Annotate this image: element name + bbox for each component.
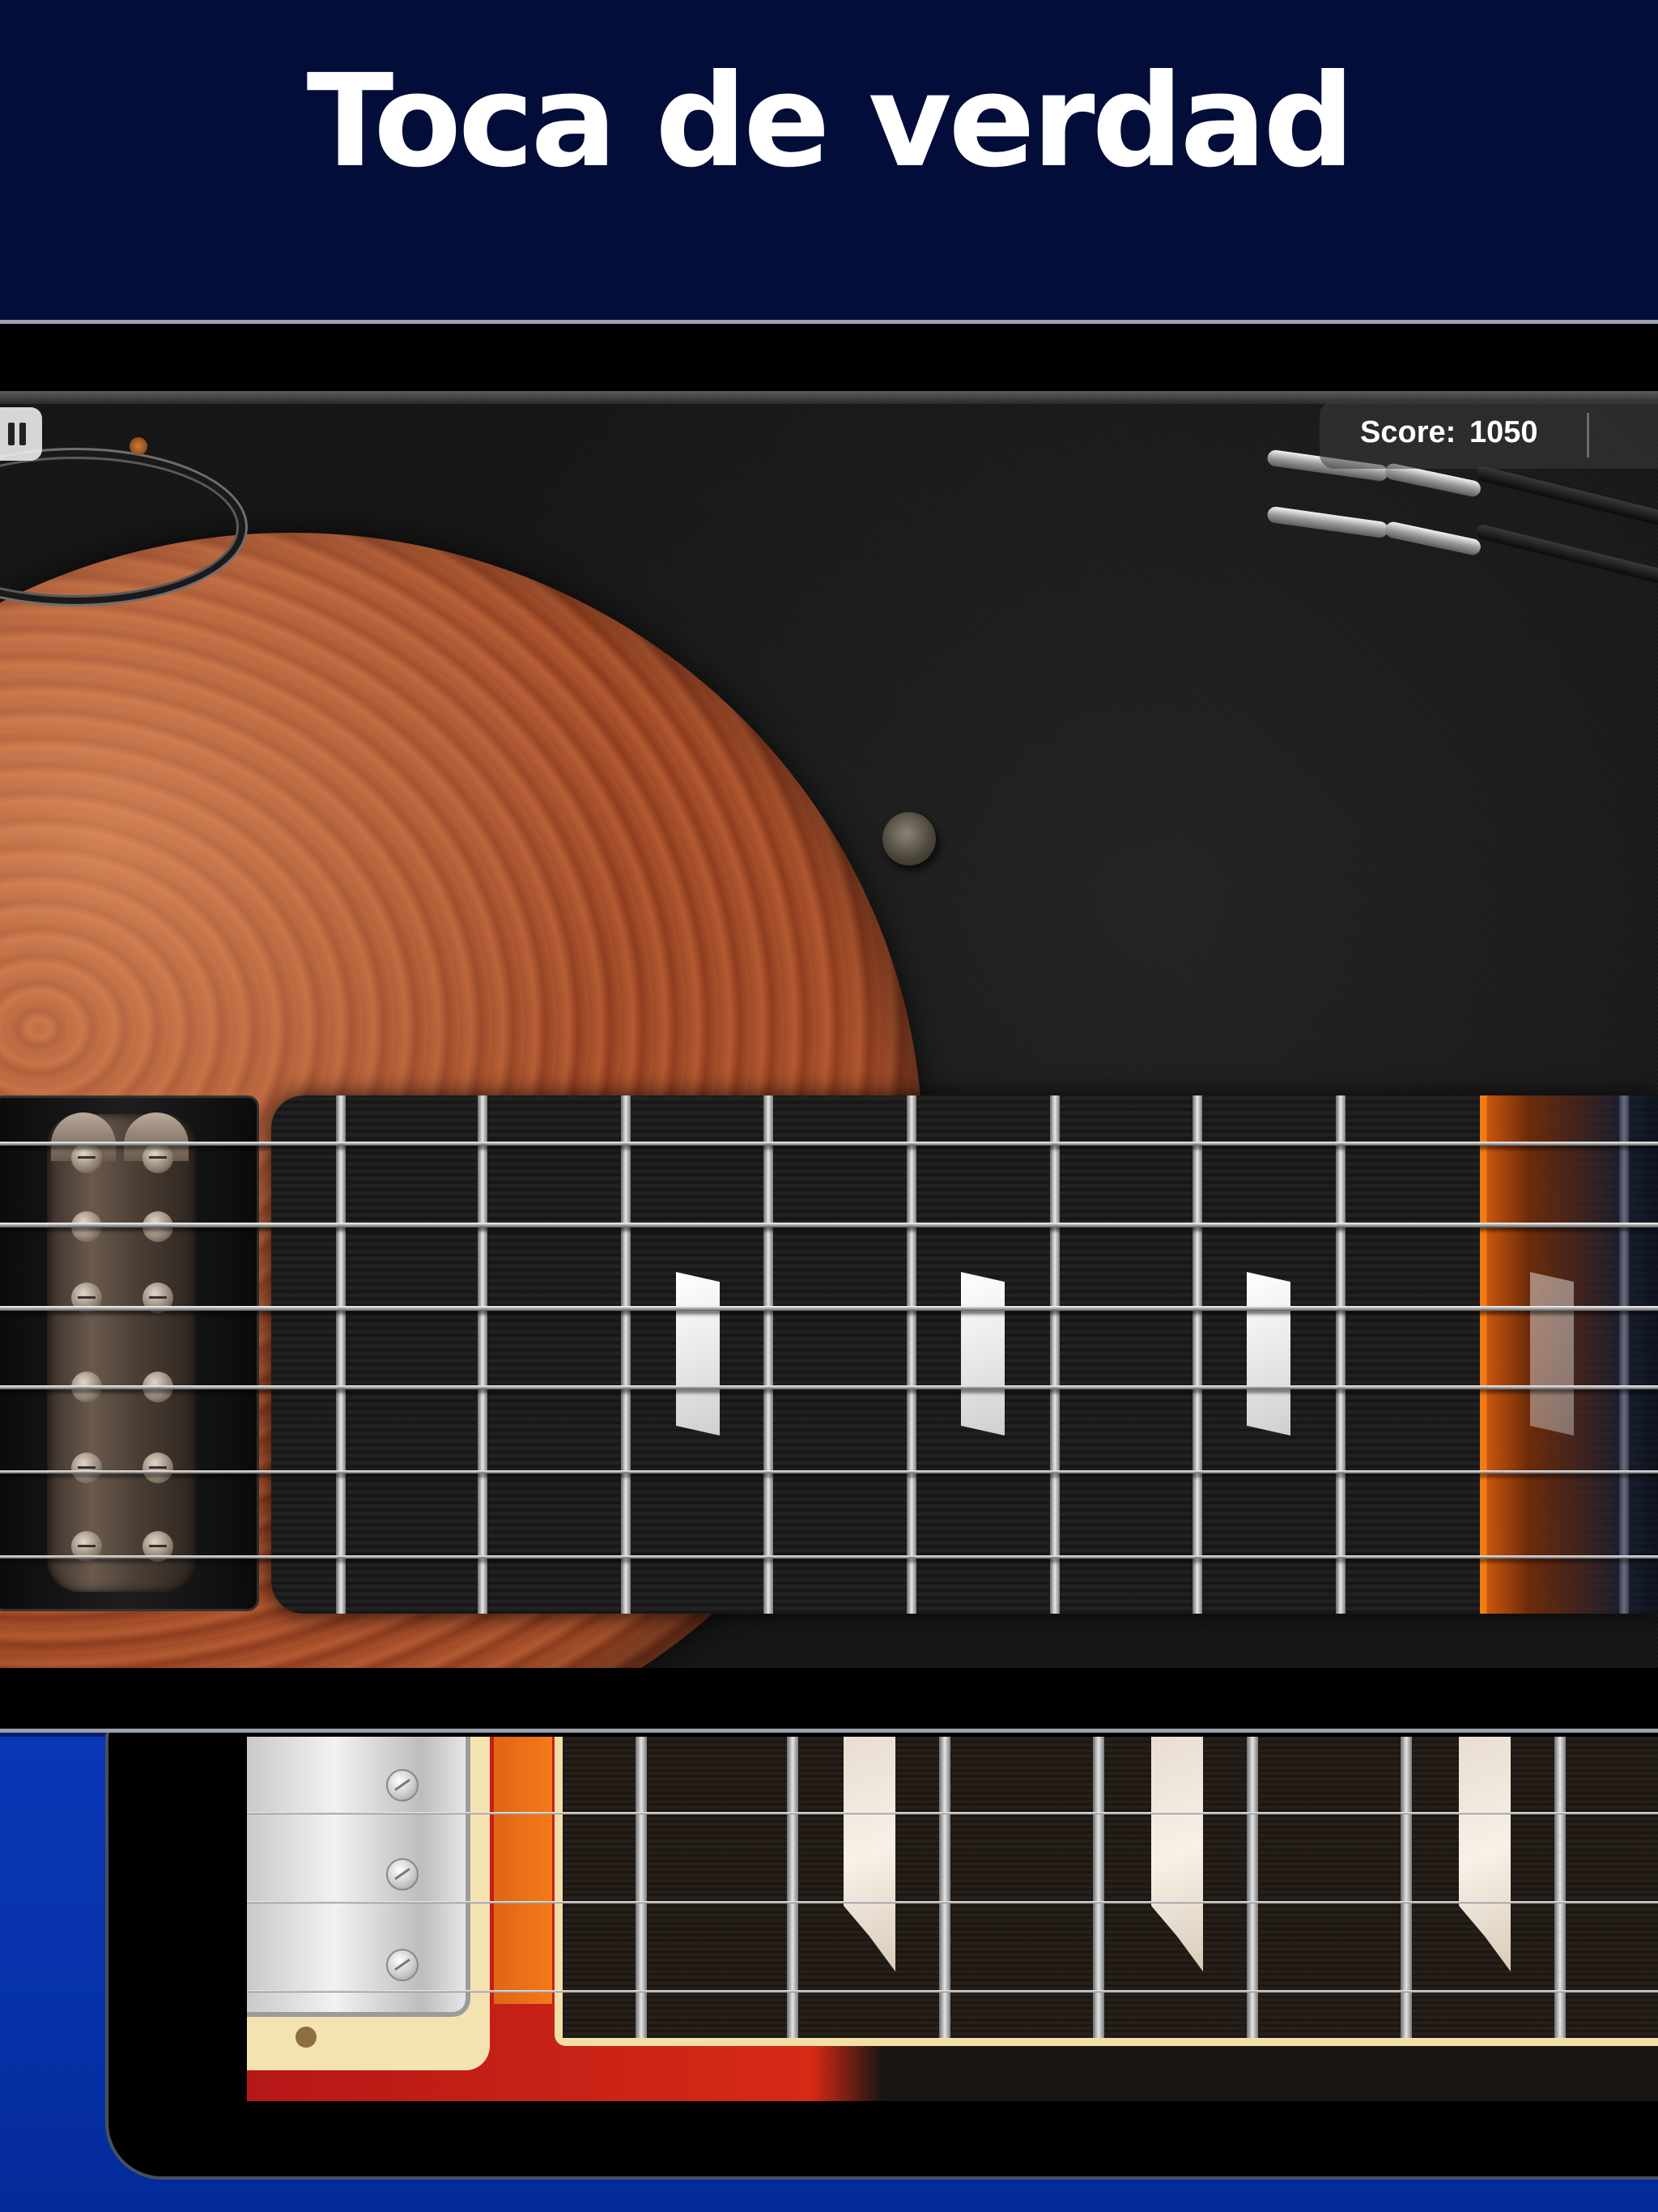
guitar-string[interactable]: [0, 1470, 1658, 1474]
fret: [939, 1737, 950, 2038]
guitar-string[interactable]: [0, 1223, 1658, 1227]
pole-piece-icon: [71, 1142, 102, 1173]
guitar-string[interactable]: [0, 1555, 1658, 1559]
fret: [763, 1095, 773, 1614]
fret: [907, 1095, 916, 1614]
fretboard[interactable]: [271, 1095, 1658, 1614]
fret: [621, 1095, 631, 1614]
jack-cable-icon: [1266, 505, 1389, 539]
pole-piece-icon: [142, 1453, 173, 1483]
guitar-string[interactable]: [247, 1990, 1658, 1993]
cable: [1474, 465, 1658, 526]
guitar-string[interactable]: [0, 1142, 1658, 1146]
screw-icon: [386, 1949, 419, 1981]
fret: [1401, 1737, 1412, 2038]
jack-plug: [1384, 520, 1482, 557]
screw-icon: [386, 1858, 419, 1891]
fret: [1192, 1095, 1202, 1614]
score-value: 1050: [1469, 415, 1538, 449]
fret: [1554, 1737, 1566, 2038]
knob-icon[interactable]: [882, 812, 936, 866]
screw-icon: [386, 1769, 419, 1802]
fret: [1050, 1095, 1060, 1614]
cable: [1474, 523, 1658, 585]
pause-icon: [8, 423, 15, 445]
fret-inlay: [1151, 1737, 1203, 1972]
promo-title: Toca de verdad: [306, 47, 1355, 196]
score-label: Score:: [1360, 415, 1456, 449]
guitar-string[interactable]: [0, 1306, 1658, 1311]
promo-header: Toca de verdad: [0, 0, 1658, 324]
pickup-icon: [0, 1095, 259, 1611]
score-panel: Score: 1050: [1320, 401, 1658, 469]
guitar-string[interactable]: [0, 1385, 1658, 1389]
orange-binding-strip: [494, 1737, 552, 2004]
fret-inlay: [676, 1272, 720, 1436]
pole-piece-icon: [142, 1142, 173, 1173]
fret: [636, 1737, 647, 2038]
fret: [1336, 1095, 1346, 1614]
string-ball-end-icon: [130, 437, 147, 455]
score-divider: [1587, 413, 1589, 457]
fret-inlay: [1459, 1737, 1511, 1972]
fret: [787, 1737, 798, 2038]
pole-piece-icon: [71, 1453, 102, 1483]
fret: [1247, 1737, 1258, 2038]
chrome-pickup-icon: [247, 1737, 470, 2017]
guitar-string[interactable]: [247, 1901, 1658, 1904]
fret-inlay: [1530, 1272, 1574, 1436]
guitar-string[interactable]: [247, 1812, 1658, 1814]
screw-hole: [295, 2027, 317, 2048]
fret-inlay: [844, 1737, 895, 1972]
fret-inlay: [1247, 1272, 1290, 1436]
fret: [478, 1095, 487, 1614]
fret-inlay: [961, 1272, 1005, 1436]
fret: [336, 1095, 346, 1614]
pause-icon: [19, 423, 26, 445]
pause-button[interactable]: [0, 407, 42, 461]
back-fretboard[interactable]: [563, 1737, 1658, 2038]
fret: [1093, 1737, 1104, 2038]
humbucker-cover: [47, 1112, 197, 1592]
game-screen: Score: 1050: [0, 391, 1658, 1668]
back-device-screen: [247, 1737, 1658, 2101]
